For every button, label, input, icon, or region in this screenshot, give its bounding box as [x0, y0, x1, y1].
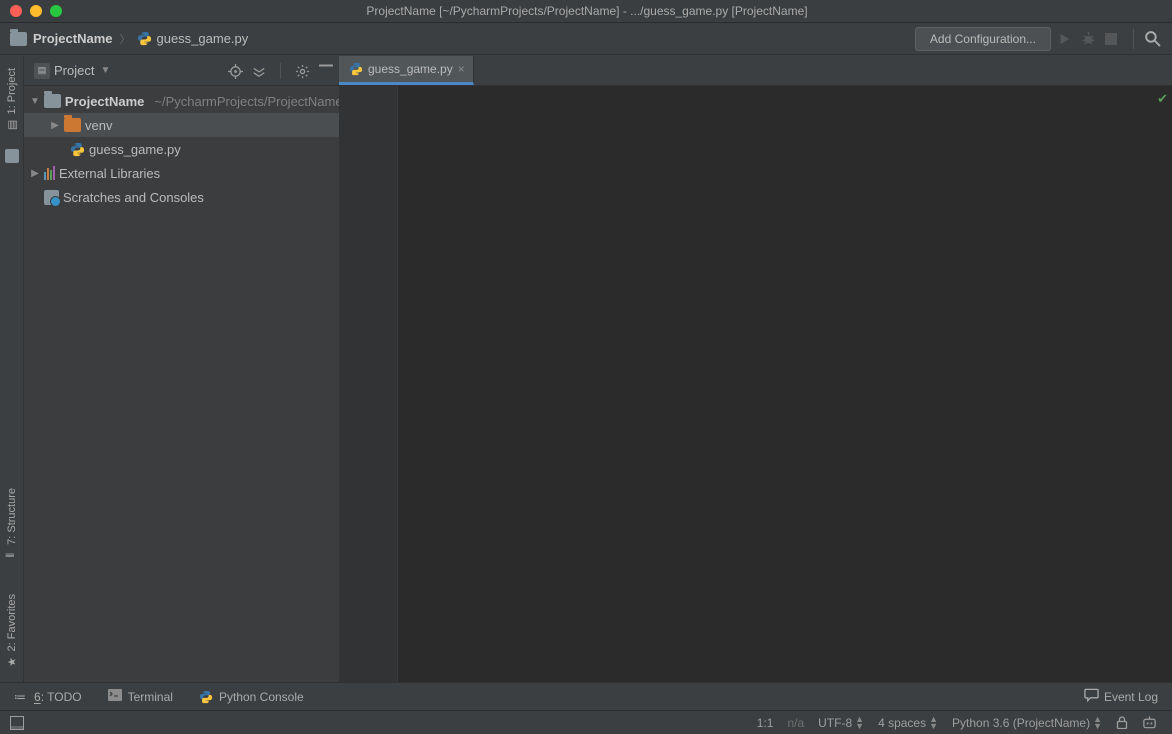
- status-interpreter[interactable]: Python 3.6 (ProjectName) ▲▼: [945, 716, 1109, 730]
- navigation-bar: ProjectName 〉 guess_game.py Add Configur…: [0, 23, 1172, 55]
- ide-robot-icon[interactable]: [1135, 716, 1164, 730]
- breadcrumb[interactable]: ProjectName 〉 guess_game.py: [10, 31, 248, 47]
- traffic-lights: [0, 5, 62, 17]
- maximize-window-icon[interactable]: [50, 5, 62, 17]
- tool-tab-todo[interactable]: ≔ 6: TODO: [14, 690, 82, 704]
- debug-icon: [1081, 31, 1099, 46]
- editor-tabs: guess_game.py ×: [339, 56, 1172, 86]
- project-panel: ▤ Project ▼ ▼ ProjectName ~/PycharmProje…: [24, 56, 339, 682]
- chevron-right-icon: ▶: [50, 120, 60, 131]
- locate-icon[interactable]: [228, 64, 242, 78]
- todo-icon: ≔: [14, 690, 28, 704]
- code-editor[interactable]: ✔: [339, 86, 1172, 682]
- separator: [280, 63, 281, 79]
- chevron-right-icon: ▶: [30, 168, 40, 179]
- terminal-icon: [108, 689, 122, 704]
- window-titlebar: ProjectName [~/PycharmProjects/ProjectNa…: [0, 0, 1172, 23]
- close-window-icon[interactable]: [10, 5, 22, 17]
- lock-icon[interactable]: [1109, 716, 1135, 729]
- status-bar: 1:1 n/a UTF-8 ▲▼ 4 spaces ▲▼ Python 3.6 …: [0, 710, 1172, 734]
- tree-row-file[interactable]: guess_game.py: [24, 137, 339, 161]
- folder-icon: [44, 94, 61, 108]
- python-file-icon: [70, 142, 85, 157]
- editor-area: guess_game.py × ✔: [339, 56, 1172, 682]
- code-area[interactable]: ✔: [398, 86, 1172, 682]
- search-icon[interactable]: [1144, 30, 1162, 47]
- status-line-separator[interactable]: n/a: [780, 716, 811, 730]
- close-tab-icon[interactable]: ×: [458, 62, 465, 76]
- tree-row-venv[interactable]: ▶ venv: [24, 113, 339, 137]
- status-encoding[interactable]: UTF-8 ▲▼: [811, 716, 871, 730]
- window-title: ProjectName [~/PycharmProjects/ProjectNa…: [62, 4, 1112, 18]
- folder-icon: [64, 118, 81, 132]
- project-panel-title[interactable]: ▤ Project ▼: [34, 63, 110, 79]
- tool-tab-structure[interactable]: ⦀ 7: Structure: [3, 480, 21, 570]
- event-log-button[interactable]: Event Log: [1084, 688, 1158, 705]
- breadcrumb-project[interactable]: ProjectName: [33, 31, 112, 46]
- add-configuration-button[interactable]: Add Configuration...: [915, 27, 1051, 51]
- up-down-icon: ▲▼: [855, 716, 864, 730]
- tool-windows-toggle-icon[interactable]: [8, 714, 26, 732]
- folder-icon: [10, 32, 27, 46]
- status-caret-position[interactable]: 1:1: [750, 716, 781, 730]
- project-tree[interactable]: ▼ ProjectName ~/PycharmProjects/ProjectN…: [24, 86, 339, 209]
- star-icon: ★: [5, 657, 18, 667]
- tool-stub-icon[interactable]: [5, 149, 19, 163]
- python-file-icon: [137, 31, 152, 46]
- tree-row-scratches[interactable]: ▶ Scratches and Consoles: [24, 185, 339, 209]
- breadcrumb-file[interactable]: guess_game.py: [156, 31, 248, 46]
- chevron-down-icon: ▼: [30, 96, 40, 107]
- project-panel-header: ▤ Project ▼: [24, 56, 339, 86]
- collapse-all-icon[interactable]: [252, 64, 266, 78]
- main-area: ▤ 1: Project ⦀ 7: Structure ★ 2: Favorit…: [0, 56, 1172, 682]
- editor-tab[interactable]: guess_game.py ×: [339, 56, 474, 85]
- chevron-right-icon: 〉: [116, 31, 133, 47]
- tool-tab-project[interactable]: ▤ 1: Project: [3, 60, 21, 139]
- minimize-window-icon[interactable]: [30, 5, 42, 17]
- scratches-icon: [44, 190, 59, 205]
- run-icon: [1057, 32, 1075, 46]
- bottom-tool-tabs: ≔ 6: TODO Terminal Python Console Event …: [0, 682, 1172, 710]
- tool-tab-favorites[interactable]: ★ 2: Favorites: [3, 586, 21, 676]
- speech-bubble-icon: [1084, 688, 1099, 705]
- python-icon: [199, 690, 213, 704]
- tool-tab-terminal[interactable]: Terminal: [108, 689, 173, 704]
- tool-tab-python-console[interactable]: Python Console: [199, 690, 304, 704]
- project-tool-icon: ▤: [5, 120, 18, 130]
- project-view-icon: ▤: [34, 63, 50, 79]
- left-tool-gutter: ▤ 1: Project ⦀ 7: Structure ★ 2: Favorit…: [0, 56, 24, 682]
- up-down-icon: ▲▼: [929, 716, 938, 730]
- separator: [1133, 29, 1134, 49]
- gear-icon[interactable]: [295, 64, 309, 78]
- status-indent[interactable]: 4 spaces ▲▼: [871, 716, 945, 730]
- stop-icon: [1105, 33, 1123, 45]
- tree-row-external-libs[interactable]: ▶ External Libraries: [24, 161, 339, 185]
- libraries-icon: [44, 166, 55, 180]
- up-down-icon: ▲▼: [1093, 716, 1102, 730]
- chevron-down-icon: ▼: [100, 65, 110, 76]
- editor-tab-label: guess_game.py: [368, 62, 453, 76]
- structure-tool-icon: ⦀: [5, 553, 18, 558]
- python-file-icon: [349, 62, 363, 76]
- line-number-gutter: [339, 86, 398, 682]
- tree-row-project-root[interactable]: ▼ ProjectName ~/PycharmProjects/ProjectN…: [24, 89, 339, 113]
- hide-panel-icon[interactable]: [319, 64, 333, 78]
- inspection-ok-icon[interactable]: ✔: [1157, 91, 1168, 107]
